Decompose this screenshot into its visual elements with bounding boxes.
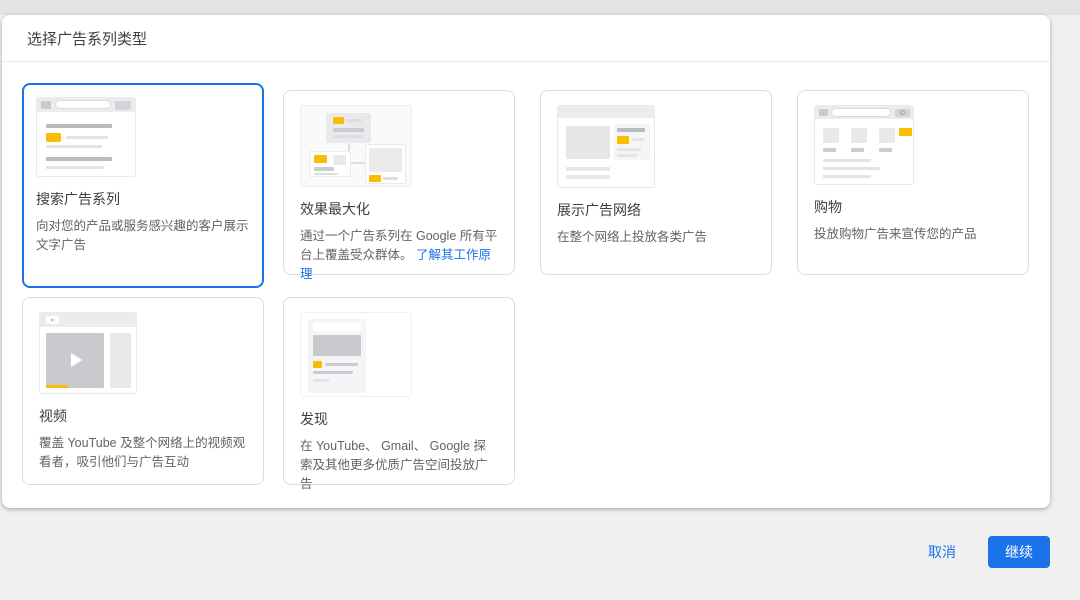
placeholder-line — [823, 167, 880, 170]
placeholder-line — [313, 371, 353, 374]
search-input-placeholder — [55, 100, 111, 109]
product-tile — [823, 128, 839, 143]
sidebar-placeholder — [110, 333, 131, 388]
logo-placeholder — [41, 101, 51, 109]
discovery-illustration — [300, 312, 412, 397]
placeholder-block — [369, 148, 402, 172]
play-icon — [71, 353, 82, 367]
card-video[interactable]: 视频 覆盖 YouTube 及整个网络上的视频观看者，吸引他们与广告互动 — [22, 297, 264, 485]
placeholder-bar — [313, 323, 361, 331]
placeholder-block — [333, 155, 346, 165]
card-description: 通过一个广告系列在 Google 所有平台上覆盖受众群体。 了解其工作原理 — [300, 227, 498, 284]
card-title: 展示广告网络 — [557, 202, 641, 218]
search-input-placeholder — [831, 108, 891, 117]
placeholder-line — [333, 135, 364, 138]
card-display-network[interactable]: 展示广告网络 在整个网络上投放各类广告 — [540, 90, 772, 275]
placeholder-line — [46, 124, 112, 128]
card-description: 覆盖 YouTube 及整个网络上的视频观看者，吸引他们与广告互动 — [39, 436, 246, 469]
placeholder-line — [617, 148, 641, 151]
placeholder-image — [566, 126, 610, 159]
search-magnifier-icon — [900, 110, 905, 115]
display-network-illustration — [557, 105, 655, 188]
cancel-button[interactable]: 取消 — [928, 542, 956, 562]
card-title: 发现 — [300, 411, 328, 427]
performance-max-illustration — [300, 105, 412, 187]
card-title: 购物 — [814, 199, 842, 215]
placeholder-image — [313, 335, 361, 356]
placeholder-line — [823, 148, 836, 152]
search-button-placeholder — [115, 101, 131, 110]
product-tile — [851, 128, 867, 143]
backdrop-top-strip — [0, 0, 1080, 15]
ad-badge — [617, 136, 629, 144]
placeholder-line — [823, 159, 871, 162]
placeholder-line — [566, 175, 610, 179]
ad-badge — [313, 361, 322, 368]
placeholder-line — [46, 145, 102, 148]
card-search-campaign[interactable]: 搜索广告系列 向对您的产品或服务感兴趣的客户展示文字广告 — [22, 83, 264, 288]
placeholder-line — [46, 157, 112, 161]
card-title: 搜索广告系列 — [36, 191, 120, 207]
dialog-title: 选择广告系列类型 — [27, 30, 148, 48]
placeholder-line — [617, 154, 637, 157]
placeholder-line — [314, 173, 338, 175]
product-tile — [879, 128, 895, 143]
browser-header-bar — [558, 106, 654, 118]
placeholder-line — [314, 167, 334, 171]
card-title: 视频 — [39, 408, 67, 424]
card-title: 效果最大化 — [300, 201, 370, 217]
card-performance-max[interactable]: 效果最大化 通过一个广告系列在 Google 所有平台上覆盖受众群体。 了解其工… — [283, 90, 515, 281]
play-icon — [51, 318, 55, 322]
dialog-header: 选择广告系列类型 — [2, 15, 1050, 62]
video-illustration — [39, 312, 137, 394]
logo-placeholder — [819, 109, 828, 116]
card-description: 在 YouTube、 Gmail、 Google 探索及其他更多优质广告空间投放… — [300, 439, 488, 491]
placeholder-line — [66, 136, 108, 139]
card-description: 在整个网络上投放各类广告 — [557, 230, 708, 244]
ad-badge — [314, 155, 327, 163]
placeholder-line — [823, 175, 871, 178]
card-description: 投放购物广告来宣传您的产品 — [814, 227, 977, 241]
placeholder-line — [46, 166, 104, 169]
card-description: 向对您的产品或服务感兴趣的客户展示文字广告 — [36, 219, 249, 252]
placeholder-line — [566, 167, 610, 171]
shopping-illustration — [814, 105, 914, 185]
connector-line — [348, 143, 350, 151]
placeholder-line — [346, 119, 362, 122]
connector-line — [351, 162, 365, 164]
ad-badge — [369, 175, 381, 182]
ad-badge — [46, 133, 61, 142]
progress-bar — [46, 385, 68, 388]
placeholder-line — [325, 363, 358, 366]
ad-badge — [333, 117, 344, 124]
placeholder-line — [617, 128, 645, 132]
placeholder-line — [383, 177, 398, 180]
dialog-footer: 取消 继续 — [928, 536, 1050, 568]
placeholder-line — [632, 138, 644, 141]
placeholder-line — [313, 379, 329, 382]
card-discovery[interactable]: 发现 在 YouTube、 Gmail、 Google 探索及其他更多优质广告空… — [283, 297, 515, 491]
placeholder-line — [851, 148, 864, 152]
continue-button[interactable]: 继续 — [988, 536, 1050, 568]
ad-badge — [899, 128, 912, 136]
campaign-type-dialog: 选择广告系列类型 搜索广告系列 向对您的产品或服务感兴趣的客户展示文字广告 效果… — [2, 15, 1050, 508]
search-campaign-illustration — [36, 97, 136, 177]
placeholder-line — [333, 128, 364, 132]
card-shopping[interactable]: 购物 投放购物广告来宣传您的产品 — [797, 90, 1029, 275]
placeholder-line — [879, 148, 892, 152]
